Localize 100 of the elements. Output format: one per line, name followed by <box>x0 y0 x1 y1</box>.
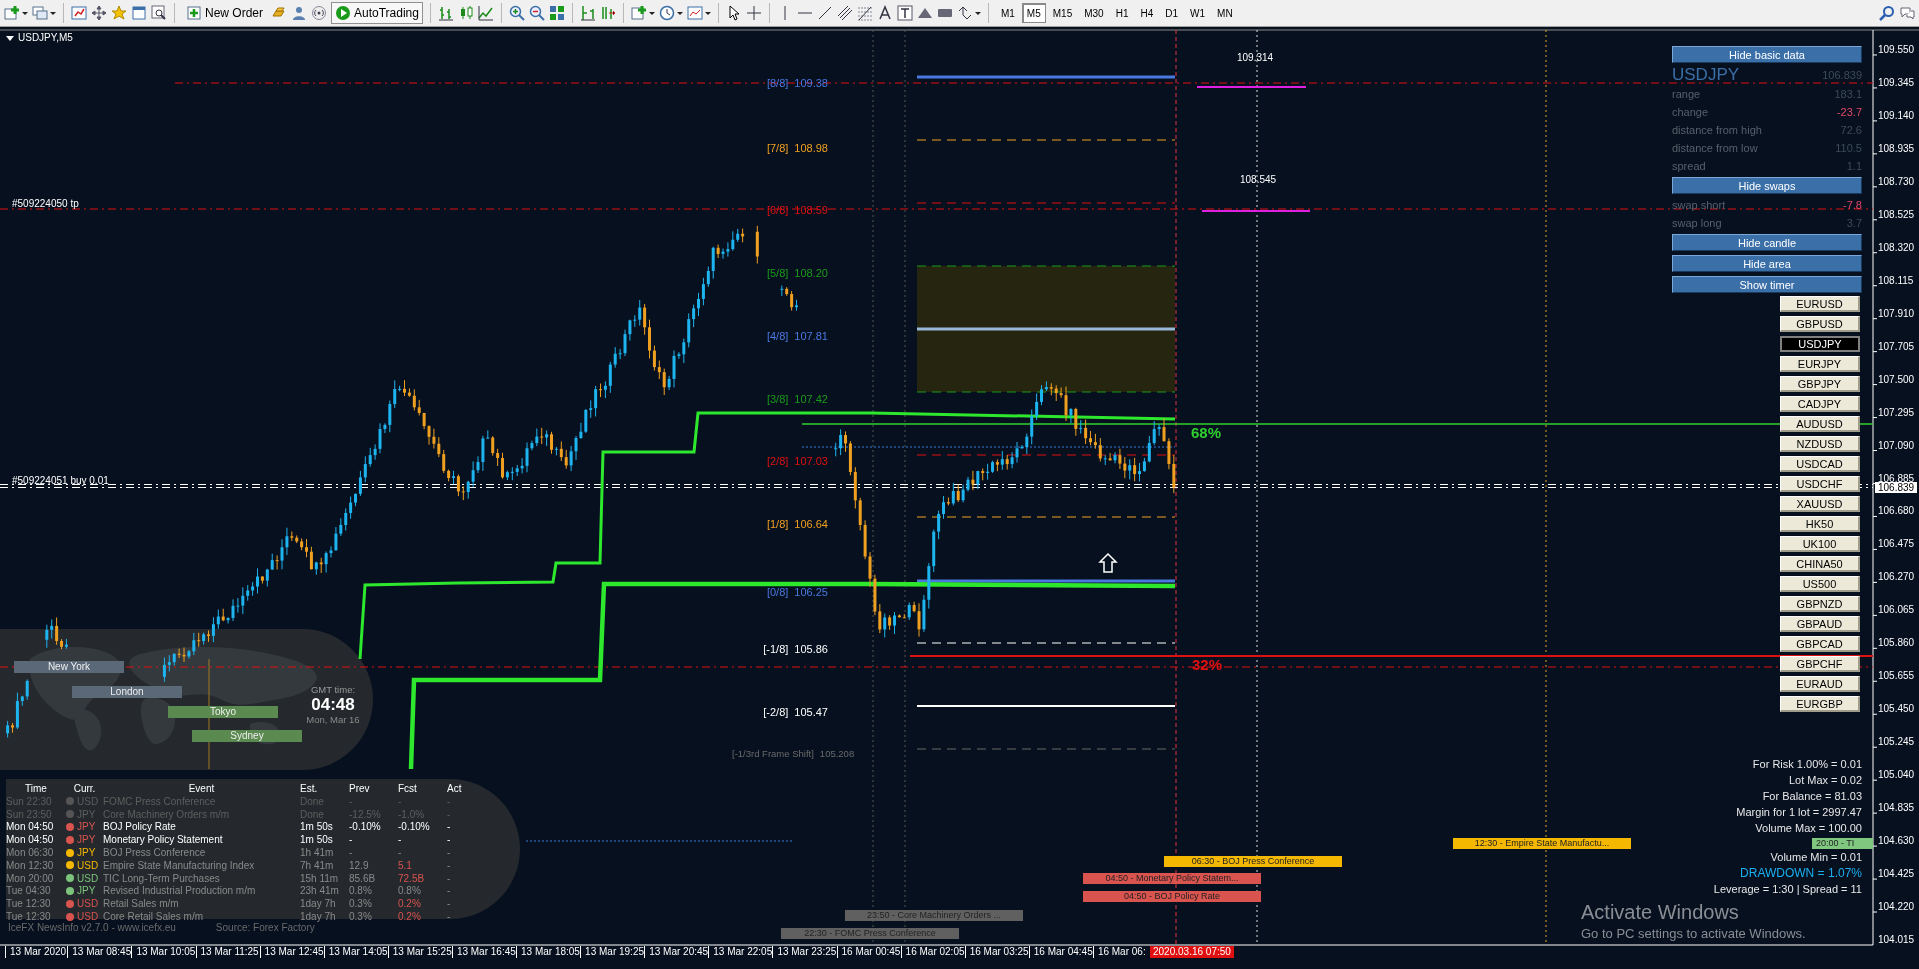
time-tick: 13 Mar 14:05 <box>323 946 388 958</box>
timeframe-tab[interactable]: H4 <box>1135 3 1159 23</box>
symbol-button[interactable]: NZDUSD <box>1780 436 1860 452</box>
symbol-button[interactable]: US500 <box>1780 576 1860 592</box>
column-header: Est. <box>300 782 319 794</box>
time-tick: 16 Mar 04:45 <box>1028 946 1093 958</box>
stat-value: -23.7 <box>1836 106 1862 118</box>
price-tick: 109.550 <box>1878 44 1915 56</box>
symbol-button[interactable]: GBPCHF <box>1780 656 1860 672</box>
estimate: 1m 50s <box>300 821 334 833</box>
symbol-button[interactable]: GBPUSD <box>1780 316 1860 332</box>
event-name: Empire State Manufacturing Index <box>103 859 256 871</box>
event-time: Mon 06:30 <box>6 847 55 859</box>
session-bar: New York <box>14 661 124 673</box>
symbol-button[interactable]: CADJPY <box>1780 396 1860 412</box>
level-label: [8/8] <box>766 77 789 90</box>
price-tick: 107.500 <box>1878 373 1915 386</box>
event-time: Mon 04:50 <box>6 834 55 846</box>
symbol-button[interactable]: EURJPY <box>1780 356 1860 372</box>
stat-label: change <box>1672 106 1709 118</box>
timeframe-tab[interactable]: M1 <box>995 3 1020 23</box>
event-marker: 04:50 - BOJ Policy Rate <box>1083 891 1261 902</box>
current-price: 106.839 <box>1875 481 1918 493</box>
gmt-date: Mon, Mar 16 <box>305 714 361 726</box>
symbol-button[interactable]: GBPJPY <box>1780 376 1860 392</box>
panel-button[interactable]: Hide candle <box>1672 234 1862 251</box>
time-tick: 13 Mar 15:25 <box>387 946 452 958</box>
time-tick: 16 Mar 00:45 <box>836 946 901 958</box>
panel-button[interactable]: Show timer <box>1672 276 1862 293</box>
symbol-button[interactable]: EURAUD <box>1780 676 1860 692</box>
level-label: [1/8] <box>766 517 789 530</box>
panel-button[interactable]: Hide basic data <box>1672 46 1862 63</box>
time-tick: 13 Mar 12:45 <box>259 946 324 958</box>
timeframe-tab[interactable]: D1 <box>1160 3 1184 23</box>
event-time: Mon 12:30 <box>6 859 55 871</box>
risk-info: DRAWDOWN = 1.07% <box>1740 865 1862 881</box>
percent-label: 32% <box>1192 657 1223 673</box>
panel-button[interactable]: Hide swaps <box>1672 177 1862 194</box>
time-tick: 13 Mar 23:25 <box>772 946 837 958</box>
symbol-button[interactable]: EURUSD <box>1780 296 1860 312</box>
symbol-button[interactable]: UK100 <box>1780 536 1860 552</box>
price-tick: 105.040 <box>1878 769 1915 782</box>
level-label: [4/8] <box>766 329 789 342</box>
symbol-button[interactable]: AUDUSD <box>1780 416 1860 432</box>
new-order-button[interactable]: New Order <box>182 2 267 24</box>
level-label: [2/8] <box>766 455 789 468</box>
symbol-button[interactable]: HK50 <box>1780 516 1860 532</box>
time-tick: 13 Mar 10:05 <box>131 946 196 958</box>
actual-value: - <box>447 834 452 846</box>
timeframe-tab[interactable]: W1 <box>1185 3 1211 23</box>
price-tick: 108.320 <box>1878 241 1915 254</box>
symbol-button[interactable]: GBPNZD <box>1780 596 1860 612</box>
price-mark: 109.314 <box>1237 52 1274 64</box>
level-value: 109.38 <box>794 77 828 90</box>
symbol-button[interactable]: GBPAUD <box>1780 616 1860 632</box>
actual-value: - <box>447 872 452 884</box>
price-tick: 107.705 <box>1878 340 1915 353</box>
currency: USD <box>77 872 100 884</box>
forecast-value: - <box>398 847 403 859</box>
panel-button[interactable]: Hide area <box>1672 255 1862 272</box>
symbol-button[interactable]: USDCAD <box>1780 456 1860 472</box>
stat-value: 3.7 <box>1846 217 1862 229</box>
previous-value: - <box>349 834 354 846</box>
timeframe-tab[interactable]: M30 <box>1079 3 1109 23</box>
level-label: [3/8] <box>766 392 789 405</box>
event-name: BOJ Policy Rate <box>103 821 177 833</box>
activation-title: Activate Windows <box>1581 901 1739 923</box>
time-tick: 13 Mar 18:05 <box>516 946 580 958</box>
price-tick: 105.245 <box>1878 736 1915 749</box>
stat-value: 1.1 <box>1846 160 1862 172</box>
time-tick: 13 Mar 11:25 <box>195 946 259 958</box>
price-tick: 104.220 <box>1878 901 1915 914</box>
price-tick: 104.630 <box>1878 835 1915 848</box>
price-tick: 105.655 <box>1878 670 1915 683</box>
event-time: Tue 12:30 <box>6 911 52 923</box>
session-bar: Tokyo <box>168 706 278 718</box>
level-value: 108.98 <box>794 141 828 154</box>
symbol-button[interactable]: EURGBP <box>1780 696 1860 712</box>
risk-info: Volume Max = 100.00 <box>1755 821 1862 836</box>
price-tick: 107.090 <box>1878 439 1915 452</box>
timeframe-tab[interactable]: MN <box>1212 3 1238 23</box>
symbol-button[interactable]: USDJPY <box>1780 336 1860 352</box>
symbol-button[interactable]: GBPCAD <box>1780 636 1860 652</box>
estimate: 1m 50s <box>300 834 334 846</box>
symbol-button[interactable]: CHINA50 <box>1780 556 1860 572</box>
timeframe-tab[interactable]: H1 <box>1110 3 1134 23</box>
risk-info: For Balance = 81.03 <box>1762 789 1862 804</box>
event-time: Tue 04:30 <box>6 885 52 897</box>
symbol-button[interactable]: XAUUSD <box>1780 496 1860 512</box>
event-name: BOJ Press Conference <box>103 847 207 859</box>
timeframe-tab[interactable]: M15 <box>1047 3 1078 23</box>
stat-value: 110.5 <box>1835 142 1862 154</box>
level-label: [0/8] <box>766 585 789 598</box>
timeframe-tab[interactable]: M5 <box>1021 3 1046 23</box>
event-name: Monetary Policy Statement <box>103 834 224 846</box>
price-tick: 104.015 <box>1878 934 1915 946</box>
estimate: 1day 7h <box>300 911 337 923</box>
autotrading-button[interactable]: AutoTrading <box>331 2 423 24</box>
symbol-button[interactable]: USDCHF <box>1780 476 1860 492</box>
stat-label: distance from high <box>1672 124 1762 136</box>
